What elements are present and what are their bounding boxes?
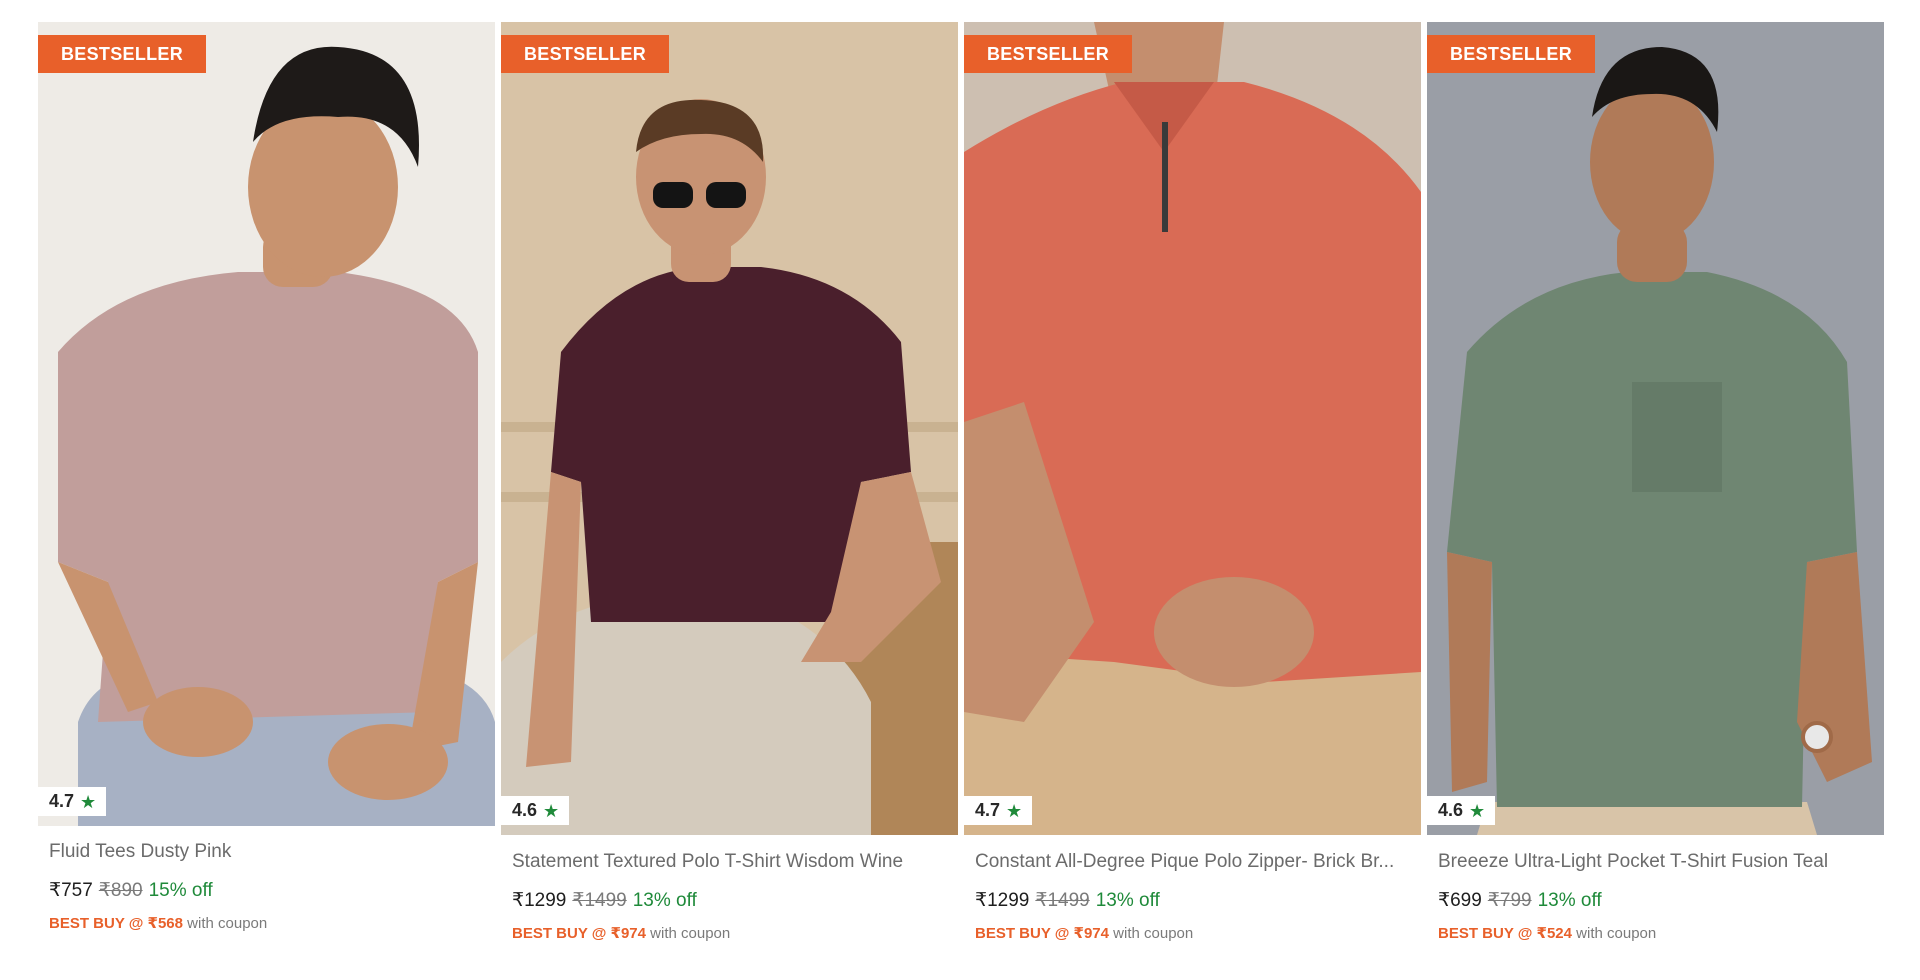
best-buy-price: BEST BUY @ ₹524 (1438, 925, 1572, 942)
product-image[interactable]: BESTSELLER 4.7 ★ (964, 22, 1421, 835)
best-buy-price: BEST BUY @ ₹974 (975, 925, 1109, 942)
coupon-note: with coupon (1576, 925, 1657, 942)
product-image[interactable]: BESTSELLER 4.7 ★ (38, 22, 495, 826)
product-photo-model-pink-tee (38, 22, 495, 826)
discount-percent: 13% off (1095, 890, 1160, 911)
product-card[interactable]: BESTSELLER 4.6 ★ Breeeze Ultra-Light Poc… (1427, 22, 1884, 942)
best-buy-price: BEST BUY @ ₹974 (512, 925, 646, 942)
product-card[interactable]: BESTSELLER 4.6 ★ Statement Textured Polo… (501, 22, 958, 942)
product-image[interactable]: BESTSELLER 4.6 ★ (501, 22, 958, 835)
best-buy-offer: BEST BUY @ ₹524 with coupon (1438, 924, 1884, 942)
discount-percent: 13% off (632, 890, 697, 911)
coupon-note: with coupon (1113, 925, 1194, 942)
star-icon: ★ (1469, 800, 1486, 821)
bestseller-badge: BESTSELLER (501, 35, 670, 73)
original-price: ₹799 (1487, 890, 1532, 911)
best-buy-offer: BEST BUY @ ₹974 with coupon (512, 924, 958, 942)
product-title[interactable]: Statement Textured Polo T-Shirt Wisdom W… (512, 851, 952, 873)
coupon-note: with coupon (650, 925, 731, 942)
original-price: ₹1499 (572, 890, 627, 911)
rating-value: 4.7 (49, 791, 75, 811)
product-card[interactable]: BESTSELLER 4.7 ★ Fluid Tees Dusty Pink ₹… (38, 22, 495, 932)
discount-percent: 15% off (148, 880, 213, 901)
best-buy-price: BEST BUY @ ₹568 (49, 915, 183, 932)
price-row: ₹1299 ₹1499 13% off (512, 889, 958, 912)
coupon-note: with coupon (187, 915, 268, 932)
sale-price: ₹757 (49, 880, 93, 901)
discount-percent: 13% off (1537, 890, 1602, 911)
bestseller-badge: BESTSELLER (38, 35, 207, 73)
sale-price: ₹1299 (975, 890, 1030, 911)
product-title[interactable]: Breeeze Ultra-Light Pocket T-Shirt Fusio… (1438, 851, 1878, 873)
product-title[interactable]: Constant All-Degree Pique Polo Zipper- B… (975, 851, 1415, 873)
original-price: ₹1499 (1035, 890, 1090, 911)
product-image[interactable]: BESTSELLER 4.6 ★ (1427, 22, 1884, 835)
best-buy-offer: BEST BUY @ ₹974 with coupon (975, 924, 1421, 942)
star-icon: ★ (1006, 800, 1023, 821)
price-row: ₹1299 ₹1499 13% off (975, 889, 1421, 912)
product-photo-model-teal-tee (1427, 22, 1884, 835)
best-buy-offer: BEST BUY @ ₹568 with coupon (49, 914, 495, 932)
rating-chip: 4.6 ★ (501, 796, 570, 825)
rating-chip: 4.7 ★ (964, 796, 1033, 825)
rating-chip: 4.6 ★ (1427, 796, 1496, 825)
rating-value: 4.6 (512, 800, 538, 820)
original-price: ₹890 (98, 880, 143, 901)
star-icon: ★ (80, 791, 97, 812)
rating-value: 4.6 (1438, 800, 1464, 820)
product-photo-model-brick-polo (964, 22, 1421, 835)
rating-chip: 4.7 ★ (38, 787, 107, 816)
sale-price: ₹699 (1438, 890, 1482, 911)
product-grid: BESTSELLER 4.7 ★ Fluid Tees Dusty Pink ₹… (0, 0, 1920, 980)
rating-value: 4.7 (975, 800, 1001, 820)
product-photo-model-wine-polo (501, 22, 958, 835)
product-title[interactable]: Fluid Tees Dusty Pink (49, 841, 489, 863)
star-icon: ★ (543, 800, 560, 821)
price-row: ₹699 ₹799 13% off (1438, 889, 1884, 912)
product-card[interactable]: BESTSELLER 4.7 ★ Constant All-Degree Piq… (964, 22, 1421, 942)
bestseller-badge: BESTSELLER (1427, 35, 1596, 73)
sale-price: ₹1299 (512, 890, 567, 911)
price-row: ₹757 ₹890 15% off (49, 879, 495, 902)
bestseller-badge: BESTSELLER (964, 35, 1133, 73)
